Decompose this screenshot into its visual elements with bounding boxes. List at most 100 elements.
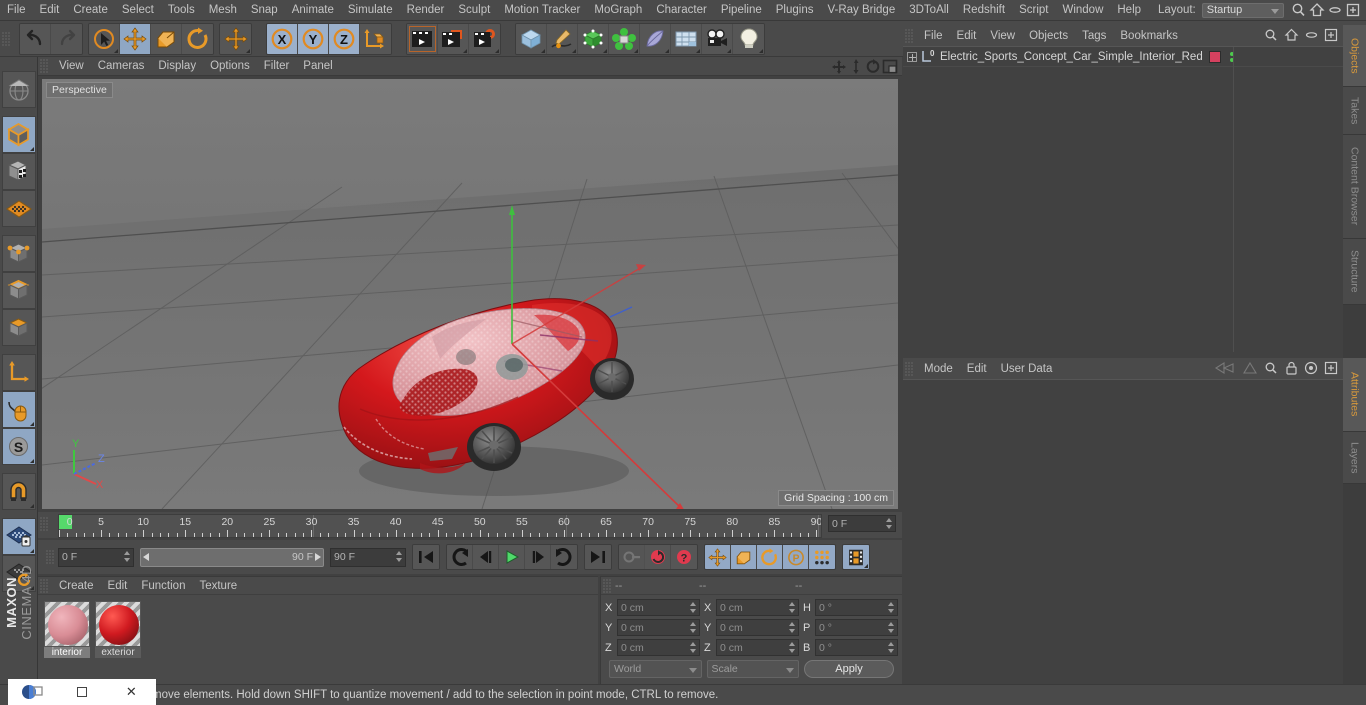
position-x-stepper[interactable] [689,602,696,613]
timeline-frame-stepper[interactable] [885,518,892,529]
tab-content-browser[interactable]: Content Browser [1343,135,1366,239]
material-menu-function[interactable]: Function [134,578,192,594]
material-manager-grip[interactable] [40,578,49,593]
menu-item-plugins[interactable]: Plugins [769,2,821,18]
rotation-h-field[interactable]: 0 ° [815,599,898,616]
viewport-menu-options[interactable]: Options [203,58,257,74]
menu-item-tools[interactable]: Tools [161,2,202,18]
viewport-canvas[interactable]: Perspective Grid Spacing : 100 cm Y X Z [42,79,898,509]
size-y-field[interactable]: 0 cm [716,619,799,636]
menu-item-mesh[interactable]: Mesh [202,2,244,18]
play-forward-keyframe-button[interactable] [551,545,577,569]
attribute-manager-grip[interactable] [905,361,914,376]
home-icon[interactable] [1284,28,1299,45]
attribute-manager-body[interactable] [903,379,1343,684]
tab-layers[interactable]: Layers [1343,432,1366,484]
position-x-field[interactable]: 0 cm [617,599,700,616]
menu-item-help[interactable]: Help [1110,2,1148,18]
eye-icon[interactable] [1304,28,1319,45]
menu-item-simulate[interactable]: Simulate [341,2,400,18]
orbit-icon[interactable] [865,59,881,77]
menu-item-render[interactable]: Render [400,2,452,18]
material-item-interior[interactable]: interior [44,601,90,658]
tool-options-corner[interactable] [603,48,607,53]
tab-takes[interactable]: Takes [1343,87,1366,135]
tool-options-corner[interactable] [634,48,638,53]
play-button[interactable] [499,545,525,569]
rotation-key-button[interactable] [757,545,783,569]
lock-y-axis-button[interactable]: Y [298,23,329,54]
object-menu-file[interactable]: File [917,28,950,44]
object-menu-bookmarks[interactable]: Bookmarks [1113,28,1185,44]
material-menu-edit[interactable]: Edit [101,578,135,594]
size-x-field[interactable]: 0 cm [716,599,799,616]
menu-item-animate[interactable]: Animate [285,2,341,18]
viewport-menu-panel[interactable]: Panel [296,58,339,74]
object-manager-grip[interactable] [905,28,914,43]
menu-item-window[interactable]: Window [1055,2,1110,18]
render-view-button[interactable] [407,23,438,54]
viewport-menu-view[interactable]: View [52,58,91,74]
tool-options-corner[interactable] [29,147,34,151]
tab-objects[interactable]: Objects [1343,25,1366,87]
range-right-arrow-icon[interactable] [315,553,321,561]
history-back-icon[interactable] [1214,361,1236,378]
live-selection-tool-button[interactable] [89,23,120,54]
soft-selection-button[interactable]: S [1,428,36,465]
maximize-viewport-icon[interactable] [882,59,898,77]
attribute-menu-edit[interactable]: Edit [960,361,994,377]
max-frame-stepper[interactable] [395,550,402,562]
tool-options-corner[interactable] [29,504,34,508]
lock-z-axis-button[interactable]: Z [329,23,360,54]
tool-options-corner[interactable] [572,48,576,53]
apply-button[interactable]: Apply [804,660,894,678]
object-tree-row[interactable]: 0 Electric_Sports_Concept_Car_Simple_Int… [903,47,1343,67]
size-mode-dropdown[interactable]: Scale [706,660,799,678]
object-manager-tree[interactable]: 0 Electric_Sports_Concept_Car_Simple_Int… [903,46,1343,352]
material-menu-texture[interactable]: Texture [192,578,244,594]
step-forward-frame-button[interactable] [525,545,551,569]
scale-key-button[interactable] [731,545,757,569]
object-menu-tags[interactable]: Tags [1075,28,1113,44]
scale-tool-button[interactable] [151,23,182,54]
menu-item-pipeline[interactable]: Pipeline [714,2,769,18]
search-icon[interactable] [1264,361,1279,378]
tool-options-corner[interactable] [665,48,669,53]
rotation-p-field[interactable]: 0 ° [815,619,898,636]
undo-button[interactable] [20,23,51,54]
material-item-exterior[interactable]: exterior [95,601,141,658]
tool-options-corner[interactable] [727,48,731,53]
tool-options-corner[interactable] [29,459,34,463]
world-object-axis-button[interactable] [360,23,391,54]
add-modeling-object-button[interactable] [609,23,640,54]
texture-mode-button[interactable] [1,153,36,190]
add-panel-icon[interactable] [1324,361,1339,378]
tool-options-corner[interactable] [864,564,868,568]
menu-item-mograph[interactable]: MoGraph [587,2,649,18]
size-z-field[interactable]: 0 cm [716,639,799,656]
object-menu-objects[interactable]: Objects [1022,28,1075,44]
add-nurbs-button[interactable] [578,23,609,54]
attribute-menu-mode[interactable]: Mode [917,361,960,377]
viewport-menu-display[interactable]: Display [151,58,203,74]
menu-item-snap[interactable]: Snap [244,2,285,18]
search-icon[interactable] [1264,28,1279,45]
tab-attributes[interactable]: Attributes [1343,358,1366,432]
snap-button[interactable] [1,473,36,510]
expand-toggle-icon[interactable] [907,51,917,62]
search-icon[interactable] [1290,2,1308,18]
redo-button[interactable] [51,23,82,54]
move-tool-button[interactable] [120,23,151,54]
timeline-toggle-button[interactable] [843,545,869,569]
menu-item-3dtoall[interactable]: 3DToAll [902,2,956,18]
menu-item-file[interactable]: File [0,2,33,18]
max-frame-field[interactable]: 90 F [330,547,406,567]
minimize-window-button[interactable] [57,687,106,697]
history-forward-icon[interactable] [1242,361,1258,378]
coordinate-system-dropdown[interactable]: World [609,660,702,678]
keyframe-selection-button[interactable]: ? [671,545,697,569]
menu-item-script[interactable]: Script [1012,2,1055,18]
tool-options-corner[interactable] [114,48,118,53]
edge-mode-button[interactable] [1,272,36,309]
rotation-b-field[interactable]: 0 ° [815,639,898,656]
